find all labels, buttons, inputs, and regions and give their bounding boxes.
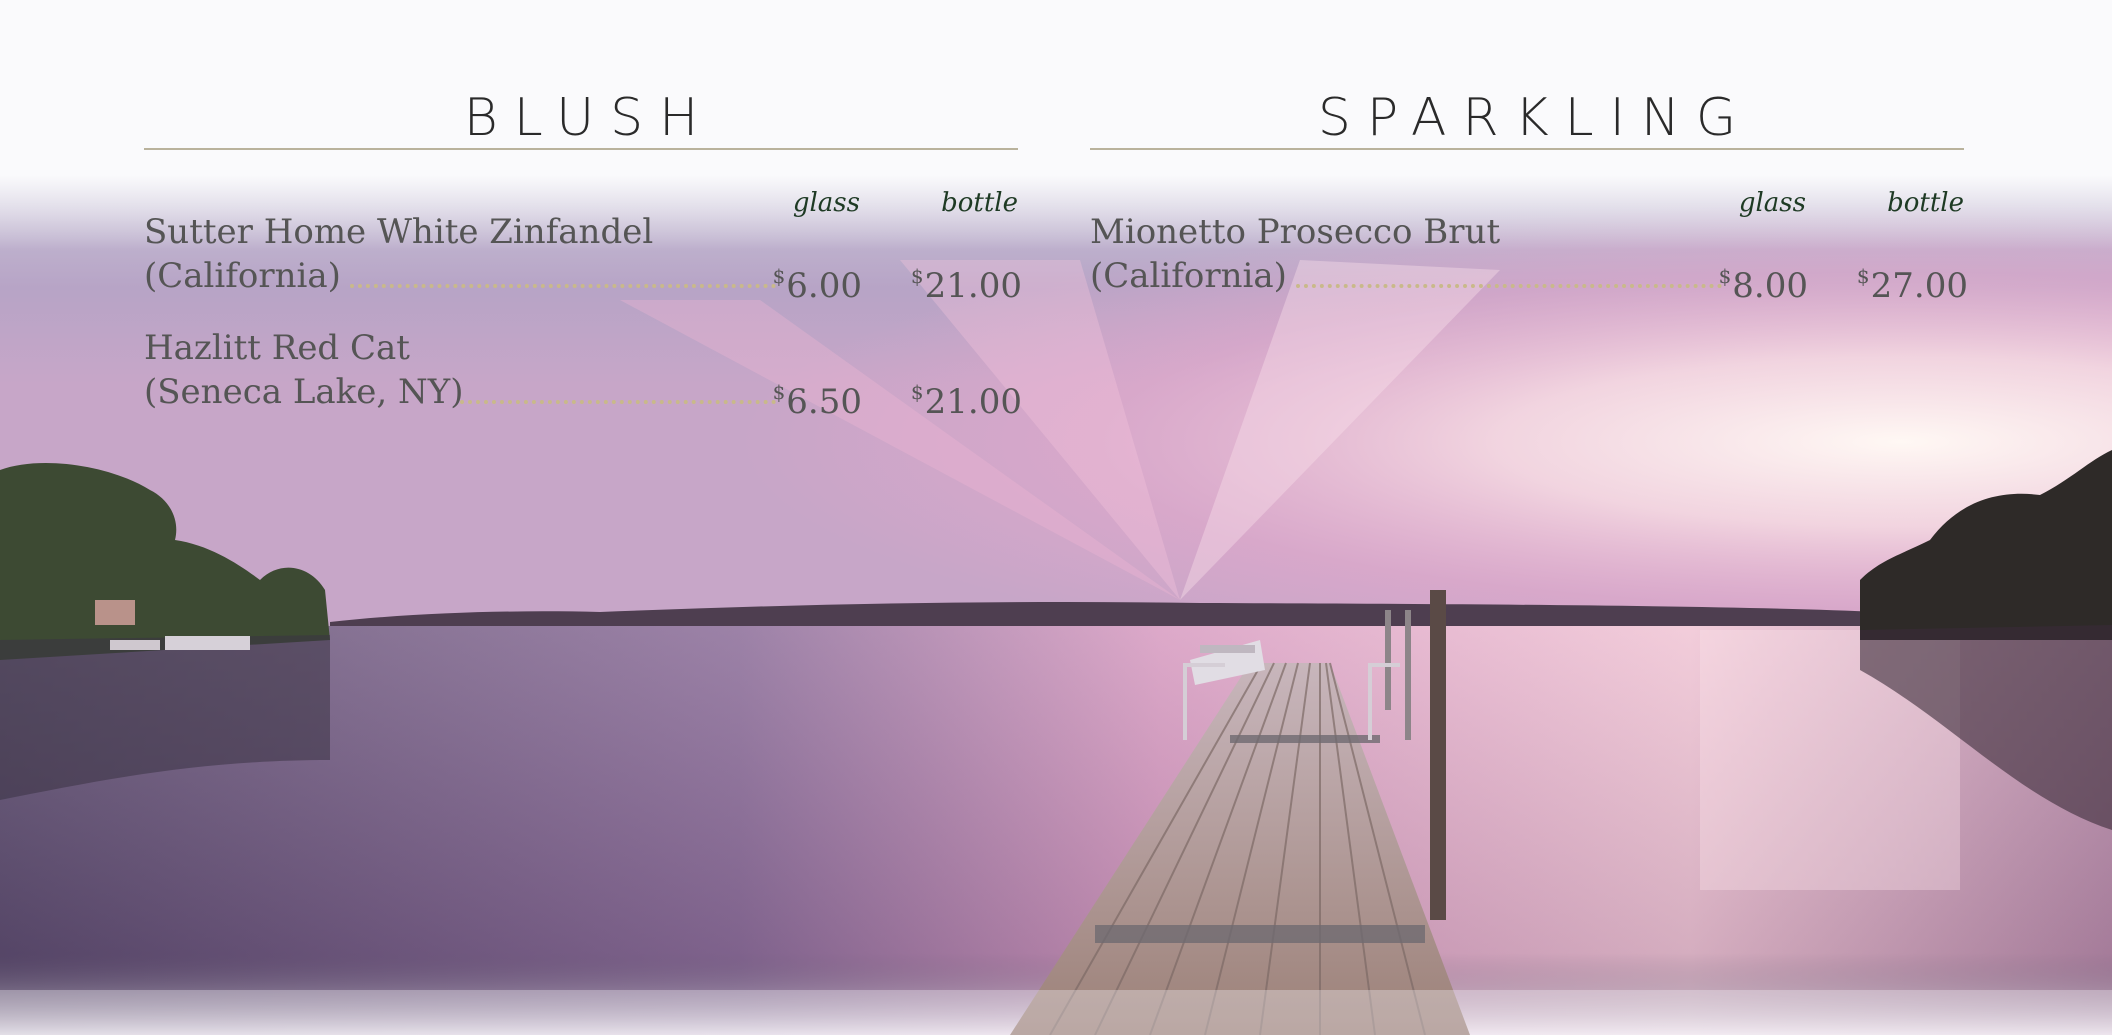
column-headers: glass bottle [1090, 150, 1964, 218]
currency-symbol: $ [772, 380, 786, 404]
currency-symbol: $ [1718, 264, 1732, 288]
bottle-price-value: 27.00 [1870, 266, 1968, 306]
currency-symbol: $ [910, 264, 924, 288]
glass-price-value: 8.00 [1732, 266, 1808, 306]
wine-region: (Seneca Lake, NY) [144, 372, 464, 412]
wine-name: Mionetto Prosecco Brut [1090, 212, 1501, 252]
bottle-price: $21.00 [911, 370, 1022, 424]
bottle-price: $21.00 [911, 254, 1022, 308]
glass-price-value: 6.50 [786, 382, 862, 422]
section-title: SPARKLING [1317, 88, 1753, 148]
wine-region: (California) [1090, 256, 1287, 296]
dotted-leader [350, 284, 776, 288]
sparkling-section: SPARKLING glass bottle Mionetto Prosecco… [1090, 88, 1968, 326]
currency-symbol: $ [772, 264, 786, 288]
dotted-leader [460, 400, 776, 404]
wine-region: (California) [144, 256, 341, 296]
menu-item: Hazlitt Red Cat (Seneca Lake, NY) $6.50 … [144, 326, 1022, 442]
dotted-leader [1296, 284, 1722, 288]
section-title: BLUSH [463, 88, 715, 148]
wine-name: Hazlitt Red Cat [144, 328, 410, 368]
blush-section: BLUSH glass bottle Sutter Home White Zin… [144, 88, 1022, 442]
bottle-price-value: 21.00 [924, 382, 1022, 422]
glass-price: $6.50 [773, 370, 862, 424]
currency-symbol: $ [1856, 264, 1870, 288]
wine-name: Sutter Home White Zinfandel [144, 212, 654, 252]
currency-symbol: $ [910, 380, 924, 404]
bottle-price: $27.00 [1857, 254, 1968, 308]
column-headers: glass bottle [144, 150, 1018, 218]
bottle-price-value: 21.00 [924, 266, 1022, 306]
menu-item: Sutter Home White Zinfandel (California)… [144, 210, 1022, 326]
glass-price: $8.00 [1719, 254, 1808, 308]
glass-price: $6.00 [773, 254, 862, 308]
glass-price-value: 6.00 [786, 266, 862, 306]
menu-item: Mionetto Prosecco Brut (California) $8.0… [1090, 210, 1968, 326]
